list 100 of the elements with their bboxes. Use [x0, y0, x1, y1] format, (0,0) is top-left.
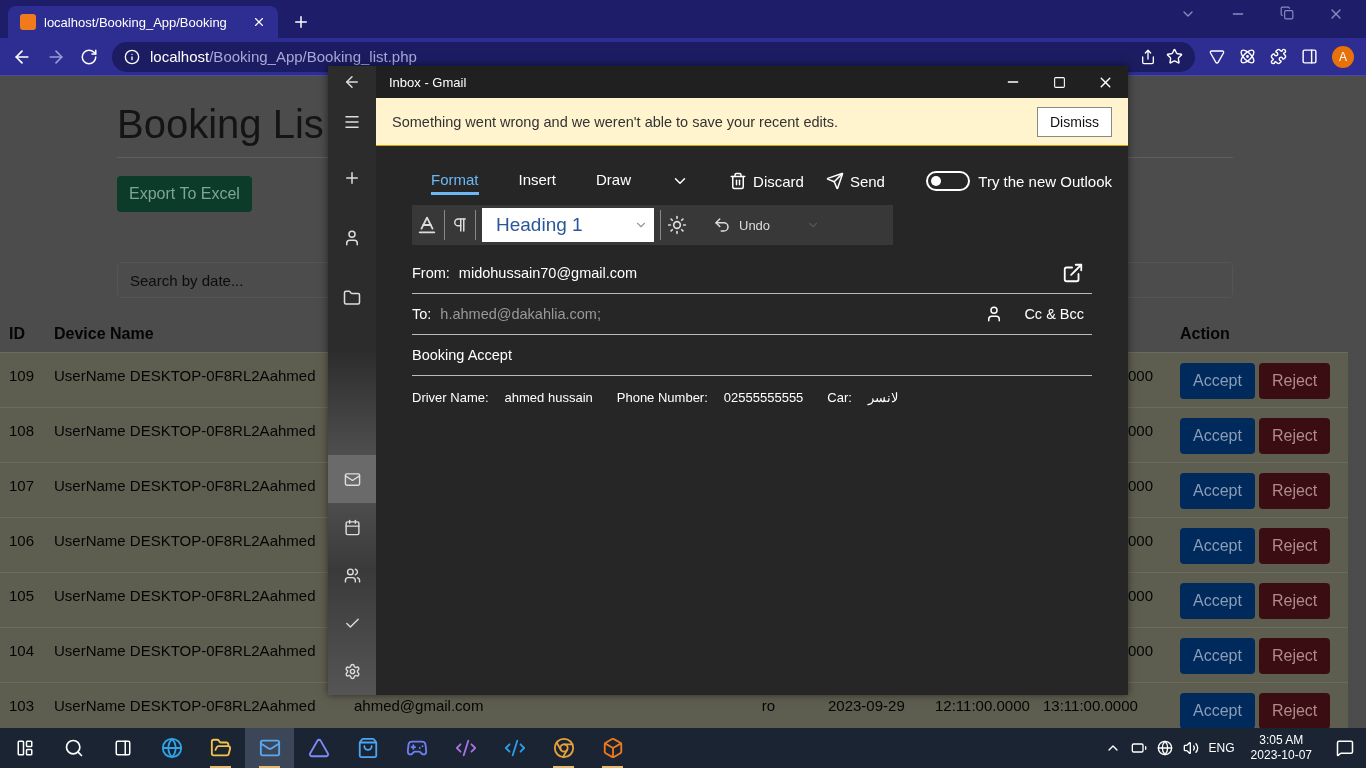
mail-icon [258, 737, 281, 759]
discard-button[interactable]: Discard [729, 172, 804, 190]
browser-icon [160, 737, 183, 759]
close-icon[interactable] [252, 15, 266, 29]
column-header: Device Name [54, 325, 154, 343]
maximize-icon[interactable] [1052, 75, 1066, 89]
table-cell-text: 2023-09-29 [828, 696, 905, 714]
popout-icon[interactable] [1062, 262, 1084, 284]
accept-button[interactable]: Accept [1180, 363, 1255, 399]
field-value: لانسر [867, 390, 898, 405]
atom-icon[interactable] [1239, 48, 1256, 65]
table-cell-text: 12:11:00.0000 [935, 696, 1030, 714]
extension-icon[interactable] [1209, 48, 1225, 65]
accept-button[interactable]: Accept [1180, 418, 1255, 454]
table-cell-text: UserName DESKTOP-0F8RL2Aahmed [54, 531, 316, 549]
address-bar[interactable]: localhost/Booking_App/Booking_list.php [112, 41, 1195, 72]
reject-button[interactable]: Reject [1258, 473, 1331, 509]
person-icon[interactable] [343, 229, 361, 247]
table-cell-text: UserName DESKTOP-0F8RL2Aahmed [54, 696, 316, 714]
task-view-icon [113, 739, 132, 757]
table-cell-text: UserName DESKTOP-0F8RL2Aahmed [54, 641, 316, 659]
table-cell-text: 000 [1127, 421, 1153, 439]
store-icon [356, 737, 379, 759]
taskbar-app[interactable] [245, 728, 294, 768]
reject-button[interactable]: Reject [1258, 638, 1331, 674]
reject-button[interactable]: Reject [1258, 693, 1331, 728]
ribbon-tab[interactable]: Draw [596, 167, 632, 195]
font-color-icon[interactable] [416, 214, 438, 236]
table-cell-text: 107 [9, 476, 35, 494]
restore-icon[interactable] [1280, 6, 1294, 20]
send-button[interactable]: Send [825, 172, 885, 190]
search-icon [63, 738, 84, 758]
reject-button[interactable]: Reject [1258, 528, 1331, 564]
from-label: From: [412, 265, 450, 281]
table-cell-text: 106 [9, 531, 35, 549]
new-tab-icon[interactable] [292, 13, 310, 31]
table-cell-text: 104 [9, 641, 35, 659]
share-icon[interactable] [1140, 48, 1156, 65]
calendar-icon [343, 518, 361, 536]
subject-field[interactable]: Booking Accept [412, 347, 1092, 363]
accept-button[interactable]: Accept [1180, 693, 1255, 728]
styles-icon[interactable] [667, 215, 687, 235]
table-cell-text: 000 [1127, 476, 1153, 494]
field-value: ahmed hussain [504, 390, 593, 405]
menu-icon[interactable] [343, 113, 361, 131]
field-value: 02555555555 [723, 390, 804, 405]
accept-button[interactable]: Accept [1180, 583, 1255, 619]
folder-icon[interactable] [343, 289, 361, 307]
clock[interactable]: 3:05 AM 2023-10-07 [1250, 733, 1312, 763]
ribbon-tab[interactable]: Insert [518, 167, 557, 195]
reject-button[interactable]: Reject [1258, 583, 1331, 619]
settings-icon [343, 662, 361, 680]
style-dropdown[interactable]: Heading 1 [482, 208, 654, 242]
table-cell-text: 109 [9, 366, 35, 384]
table-cell-text: UserName DESKTOP-0F8RL2Aahmed [54, 586, 316, 604]
export-button[interactable]: Export To Excel [117, 176, 252, 212]
table-cell-text: ro [761, 696, 775, 714]
page-title: Booking Lis [117, 101, 324, 148]
back-icon[interactable] [343, 73, 361, 91]
accept-button[interactable]: Accept [1180, 638, 1255, 674]
star-icon[interactable] [1166, 48, 1183, 65]
reject-button[interactable]: Reject [1258, 363, 1331, 399]
mail-icon [343, 470, 361, 488]
table-cell-text: 000 [1127, 641, 1153, 659]
volume-icon[interactable] [1182, 740, 1199, 756]
network-icon[interactable] [1156, 740, 1173, 756]
table-cell-text: UserName DESKTOP-0F8RL2Aahmed [54, 366, 316, 384]
undo-button[interactable]: Undo [707, 215, 777, 235]
profile-avatar[interactable]: A [1332, 45, 1354, 68]
accept-button[interactable]: Accept [1180, 528, 1255, 564]
toggle-switch[interactable] [926, 171, 971, 191]
ribbon-tab[interactable]: Format [431, 167, 479, 195]
undo-icon [713, 216, 731, 234]
accept-button[interactable]: Accept [1180, 473, 1255, 509]
table-cell-text: 000 [1127, 531, 1153, 549]
side-panel-icon[interactable] [1301, 48, 1318, 65]
table-cell-text: 000 [1127, 586, 1153, 604]
to-field[interactable]: h.ahmed@dakahlia.com; [440, 306, 977, 322]
reload-icon[interactable] [80, 47, 98, 66]
cc-bcc-button[interactable]: Cc & Bcc [1012, 306, 1092, 322]
language-indicator[interactable]: ENG [1208, 741, 1235, 755]
to-label: To: [412, 306, 432, 322]
browser-tab[interactable]: localhost/Booking_App/Booking [8, 6, 278, 38]
folder-icon [209, 737, 232, 759]
table-cell-text: UserName DESKTOP-0F8RL2Aahmed [54, 421, 316, 439]
table-cell-text: 108 [9, 421, 35, 439]
sidebar-item[interactable] [328, 455, 376, 503]
paragraph-icon[interactable] [451, 216, 469, 234]
people-icon [343, 566, 361, 584]
outlook-toggle[interactable]: Try the new Outlook [926, 171, 1112, 191]
notification-icon[interactable] [1336, 739, 1354, 757]
reject-button[interactable]: Reject [1258, 418, 1331, 454]
dismiss-button[interactable]: Dismiss [1037, 106, 1112, 137]
app-icon [307, 737, 330, 759]
send-icon [825, 172, 844, 190]
plus-icon[interactable] [343, 169, 361, 187]
browser-icon [552, 737, 575, 759]
battery-icon[interactable] [1130, 740, 1147, 756]
code-icon [503, 737, 526, 759]
puzzle-icon[interactable] [1270, 48, 1287, 65]
